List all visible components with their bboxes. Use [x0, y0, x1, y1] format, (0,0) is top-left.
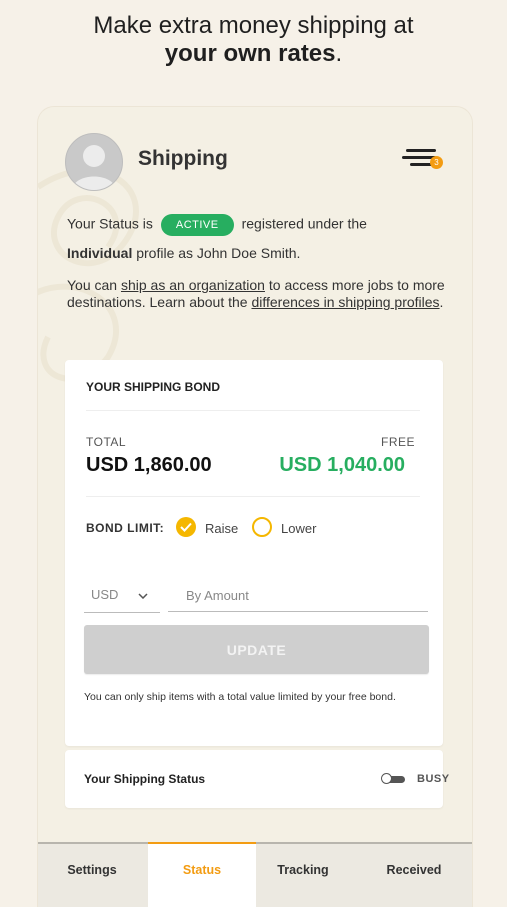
raise-label[interactable]: Raise: [205, 521, 238, 536]
menu-button[interactable]: 3: [402, 147, 444, 173]
notification-badge: 3: [430, 156, 443, 169]
tab-tracking[interactable]: Tracking: [249, 844, 357, 907]
status-badge: ACTIVE: [160, 214, 234, 236]
status-suffix: registered under the: [241, 215, 367, 232]
busy-toggle[interactable]: [381, 773, 406, 785]
organization-info: You can ship as an organization to acces…: [67, 277, 447, 311]
tab-label: Status: [182, 863, 222, 877]
lower-label[interactable]: Lower: [281, 521, 316, 536]
headline-line-2: your own rates.: [0, 40, 507, 68]
tab-settings[interactable]: Settings: [38, 844, 146, 907]
amount-input[interactable]: [168, 579, 428, 612]
lower-radio[interactable]: [252, 517, 272, 537]
headline-line-1: Make extra money shipping at: [93, 12, 414, 39]
currency-select[interactable]: USD: [84, 579, 160, 613]
user-silhouette-icon: [72, 145, 116, 190]
update-button[interactable]: UPDATE: [84, 625, 429, 674]
tab-label: Received: [386, 863, 442, 877]
divider: [86, 410, 420, 411]
headline-period: .: [335, 40, 343, 67]
org-text-1: You can: [67, 277, 121, 293]
profile-type: Individual: [67, 245, 133, 261]
shipping-status-card: Your Shipping Status BUSY: [65, 750, 449, 808]
status-prefix: Your Status is: [67, 215, 153, 232]
bond-note: You can only ship items with a total val…: [84, 691, 396, 703]
shipping-status-state: BUSY: [417, 773, 450, 785]
shipping-status-label: Your Shipping Status: [84, 772, 206, 786]
toggle-knob: [381, 773, 392, 784]
bond-limit-label: BOND LIMIT:: [86, 521, 165, 535]
divider: [86, 496, 420, 497]
org-text-3: .: [439, 294, 444, 310]
free-amount: USD 1,040.00: [279, 454, 405, 476]
profile-owner: profile as John Doe Smith.: [136, 245, 301, 261]
status-line: Your Status is ACTIVE registered under the: [67, 214, 447, 236]
app-screen: Shipping 3 Your Status is ACTIVE registere…: [38, 107, 472, 907]
checkmark-icon: [180, 522, 192, 532]
chevron-down-icon: [138, 593, 148, 599]
profile-line: Individual profile as John Doe Smith.: [67, 245, 447, 262]
total-amount: USD 1,860.00: [86, 454, 212, 476]
headline-emphasis: your own rates: [164, 40, 336, 67]
ship-as-organization-link[interactable]: ship as an organization: [121, 277, 265, 293]
page-title: Shipping: [138, 147, 228, 170]
shipping-profiles-differences-link[interactable]: differences in shipping profiles: [251, 294, 439, 310]
avatar[interactable]: [65, 133, 123, 191]
free-label: FREE: [380, 435, 415, 449]
promo-headline: Make extra money shipping at your own ra…: [0, 12, 507, 68]
hamburger-menu-icon: [406, 149, 436, 152]
tab-label: Settings: [67, 863, 117, 877]
tab-status[interactable]: Status: [148, 842, 256, 907]
tab-received[interactable]: Received: [360, 844, 468, 907]
total-label: TOTAL: [86, 435, 127, 449]
shipping-bond-card: YOUR SHIPPING BOND TOTAL USD 1,860.00 FR…: [65, 360, 443, 746]
bottom-tab-bar: Settings Status Tracking Received: [38, 842, 472, 907]
currency-value: USD: [91, 587, 119, 602]
card-title: YOUR SHIPPING BOND: [86, 380, 221, 394]
tab-label: Tracking: [277, 863, 329, 877]
raise-radio[interactable]: [176, 517, 196, 537]
